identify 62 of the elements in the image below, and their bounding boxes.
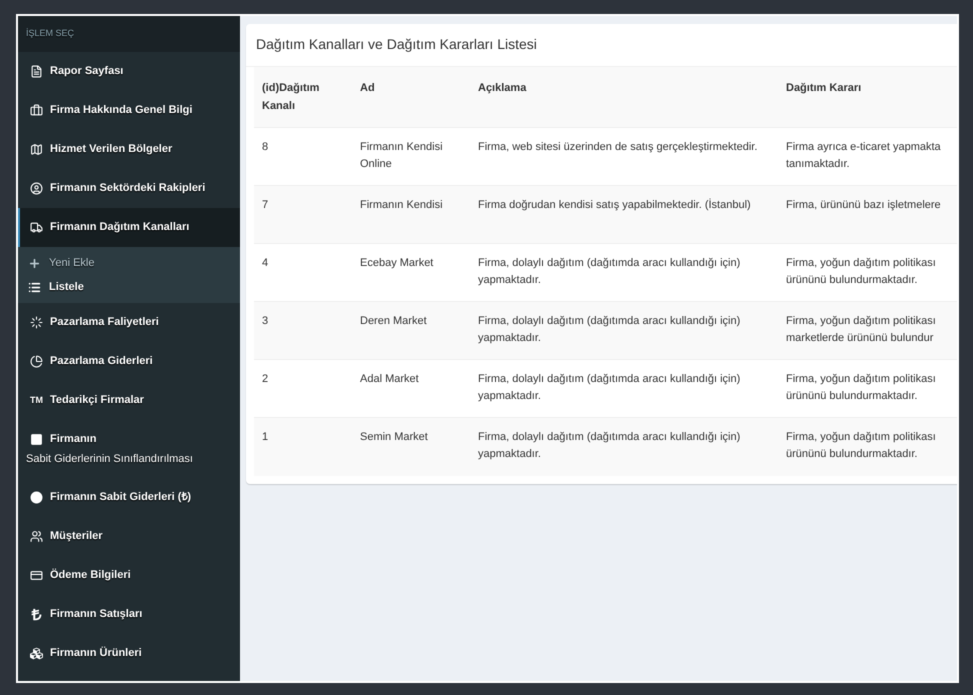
sidebar-item[interactable]: Hizmet Verilen Bölgeler — [18, 130, 240, 169]
sidebar-item[interactable]: Firmanın Dağıtım Kanalları — [18, 208, 240, 247]
truck-icon — [30, 221, 43, 234]
submenu-item[interactable]: Listele — [18, 275, 240, 299]
sidebar-item[interactable]: TM Tedarikçi Firmalar — [18, 381, 240, 420]
sidebar-item[interactable]: Firmanın Ürünleri — [18, 634, 240, 673]
table-cell-text: Firma ayrıca e-ticaret yapmakta tanımaktadır. — [786, 140, 941, 172]
table-cell-text: Firma, yoğun dağıtım politikası marketlerde ürününü bulundur — [786, 314, 936, 346]
plus-icon — [28, 256, 41, 270]
table-cell-text: Firma, yoğun dağıtım politikası ürününü bulundurmaktadır. — [786, 372, 936, 404]
sidebar-item[interactable]: Müşteriler — [18, 517, 240, 556]
document-icon — [30, 65, 43, 78]
table-cell: Firmanın Kendisi Online — [360, 141, 443, 170]
briefcase-icon — [30, 104, 43, 117]
sidebar-item[interactable]: Firmanın Sabit Giderleri (₺) — [18, 478, 240, 517]
table-cell-text: Firma, yoğun dağıtım politikası ürününü bulundurmaktadır. — [786, 430, 936, 462]
table-cell: Firma doğrudan kendisi satış yapabilmektedir. (İstanbul) — [478, 199, 751, 211]
table-cell: Firma, dolaylı dağıtım (dağıtımda aracı kullandığı için) yapmaktadır. — [478, 257, 740, 286]
sidebar-item[interactable]: Pazarlama Faliyetleri — [18, 303, 240, 342]
spinner-icon — [30, 316, 43, 329]
column-header: Açıklama — [478, 82, 526, 94]
column-header: Dağıtım Kararı — [786, 82, 862, 94]
table-cell: Firmanın Kendisi — [360, 199, 443, 211]
table-cell: Firma, dolaylı dağıtım (dağıtımda aracı kullandığı için) yapmaktadır. — [478, 315, 740, 344]
sidebar-item[interactable]: Firmanın Satışları — [18, 595, 240, 634]
table-cell: 7 — [262, 199, 268, 211]
sidebar-item[interactable]: Pazarlama Giderleri — [18, 342, 240, 381]
sidebar-item[interactable]: Firmanın Sektördeki Rakipleri — [18, 169, 240, 208]
table-cell-text: Firma, ürününü bazı işletmelere — [786, 198, 941, 213]
sidebar-header: İŞLEM SEÇ — [26, 28, 74, 38]
table-cell: 8 — [262, 141, 268, 153]
table-cell: Firma, dolaylı dağıtım (dağıtımda aracı kullandığı için) yapmaktadır. — [478, 373, 740, 402]
column-header: Ad — [360, 82, 375, 94]
table-cell: Deren Market — [360, 315, 427, 327]
trademark-icon: TM — [30, 396, 43, 405]
card-title: Dağıtım Kanalları ve Dağıtım Kararları Listesi — [256, 36, 537, 52]
user-icon — [30, 182, 43, 195]
sidebar-item[interactable]: Firma Hakkında Genel Bilgi — [18, 91, 240, 130]
sidebar-item[interactable]: Rapor Sayfası — [18, 52, 240, 91]
lira-icon — [30, 608, 43, 621]
table-cell: Firma, dolaylı dağıtım (dağıtımda aracı kullandığı için) yapmaktadır. — [478, 431, 740, 460]
table-cell: 4 — [262, 257, 268, 269]
table-cell: 1 — [262, 431, 268, 443]
table-cell: Ecebay Market — [360, 257, 434, 269]
pie-chart-icon — [30, 355, 43, 368]
table-cell: 3 — [262, 315, 268, 327]
table-cell: Firma, web sitesi üzerinden de satış gerçekleştirmektedir. — [478, 141, 758, 153]
sidebar-item[interactable]: Firmanın Sabit Giderlerinin Sınıflandırılması — [18, 420, 240, 478]
square-icon — [30, 432, 43, 446]
map-icon — [30, 143, 43, 156]
table-cell: 2 — [262, 373, 268, 385]
submenu-item[interactable]: Yeni Ekle — [18, 251, 240, 275]
users-icon — [30, 530, 43, 543]
list-icon — [28, 280, 41, 294]
cubes-icon — [30, 647, 43, 660]
table-cell-text: Firma, yoğun dağıtım politikası ürününü bulundurmaktadır. — [786, 256, 936, 288]
table-cell: Semin Market — [360, 431, 428, 443]
column-header: (id)Dağıtım Kanalı — [262, 82, 320, 112]
circle-icon — [30, 491, 43, 504]
table-cell: Adal Market — [360, 373, 419, 385]
credit-card-icon — [30, 569, 43, 582]
sidebar-item[interactable]: Ödeme Bilgileri — [18, 556, 240, 595]
